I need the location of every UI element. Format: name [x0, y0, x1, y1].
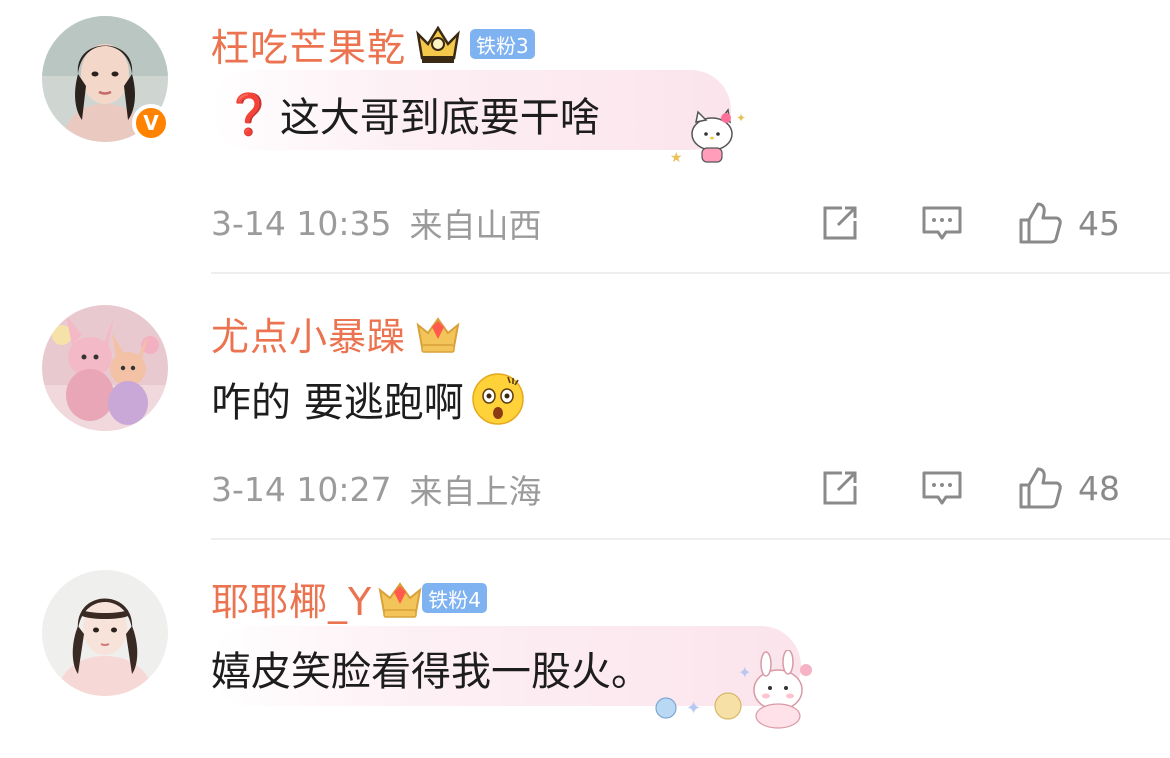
svg-text:✦: ✦	[686, 698, 701, 719]
crown-icon	[416, 317, 460, 353]
comment-actions: 48	[810, 460, 1120, 516]
thumbs-up-icon[interactable]	[1016, 464, 1064, 512]
like-count: 48	[1078, 468, 1120, 508]
share-icon[interactable]	[816, 464, 864, 512]
user-header: 尤点小暴躁	[211, 306, 462, 361]
fan-level-badge: 铁粉3	[470, 29, 535, 59]
comment-icon[interactable]	[918, 464, 966, 512]
comment-text-row: ❓ 这大哥到底要干啥	[224, 82, 600, 146]
location: 来自上海	[409, 472, 542, 511]
share-icon[interactable]	[816, 199, 864, 247]
timestamp: 3-14 10:27	[211, 469, 392, 509]
like-count: 45	[1078, 203, 1120, 243]
comment-item: 尤点小暴躁 咋的 要逃跑啊 3-14 10:27 来自上海 48	[0, 274, 1170, 540]
svg-text:★: ★	[670, 150, 683, 166]
user-header: 枉吃芒果乾 铁粉3	[211, 17, 535, 72]
comment-meta: 3-14 10:27 来自上海	[211, 464, 542, 514]
comment-actions: 45	[810, 195, 1120, 251]
fan-level-badge: 铁粉4	[422, 583, 487, 613]
shocked-face-emoji-icon	[471, 373, 524, 425]
svg-text:✦: ✦	[738, 663, 751, 682]
svg-text:✦: ✦	[736, 111, 746, 125]
timestamp: 3-14 10:35	[211, 203, 392, 243]
crown-icon	[416, 25, 460, 63]
username[interactable]: 枉吃芒果乾	[211, 17, 406, 72]
comment-text: 这大哥到底要干啥	[279, 95, 600, 141]
crown-icon	[378, 582, 422, 618]
location: 来自山西	[409, 206, 542, 245]
comment-text: 咋的 要逃跑啊	[211, 380, 464, 426]
comment-text-row: 嬉皮笑脸看得我一股火。	[211, 636, 651, 700]
comment-text-row: 咋的 要逃跑啊	[211, 367, 526, 431]
avatar[interactable]	[42, 305, 168, 431]
hello-kitty-sticker-icon: ★ ✦	[670, 108, 746, 166]
comment-meta: 3-14 10:35 来自山西	[211, 198, 542, 248]
verified-badge: V	[132, 104, 170, 142]
bunny-sticker-icon: ✦ ✦	[655, 650, 812, 729]
avatar[interactable]	[42, 570, 168, 696]
username[interactable]: 尤点小暴躁	[211, 306, 406, 361]
user-header: 耶耶椰_Y 铁粉4	[211, 571, 487, 626]
question-mark-icon: ❓	[224, 91, 274, 138]
username[interactable]: 耶耶椰_Y	[211, 571, 372, 626]
comment-text: 嬉皮笑脸看得我一股火。	[211, 649, 651, 695]
comment-item: V 枉吃芒果乾 铁粉3 ❓ 这大哥到底要干啥 ★ ✦ 3-14 10:35 来自…	[0, 0, 1170, 274]
thumbs-up-icon[interactable]	[1016, 199, 1064, 247]
comment-icon[interactable]	[918, 199, 966, 247]
comment-item: 耶耶椰_Y 铁粉4 嬉皮笑脸看得我一股火。 ✦ ✦	[0, 540, 1170, 758]
